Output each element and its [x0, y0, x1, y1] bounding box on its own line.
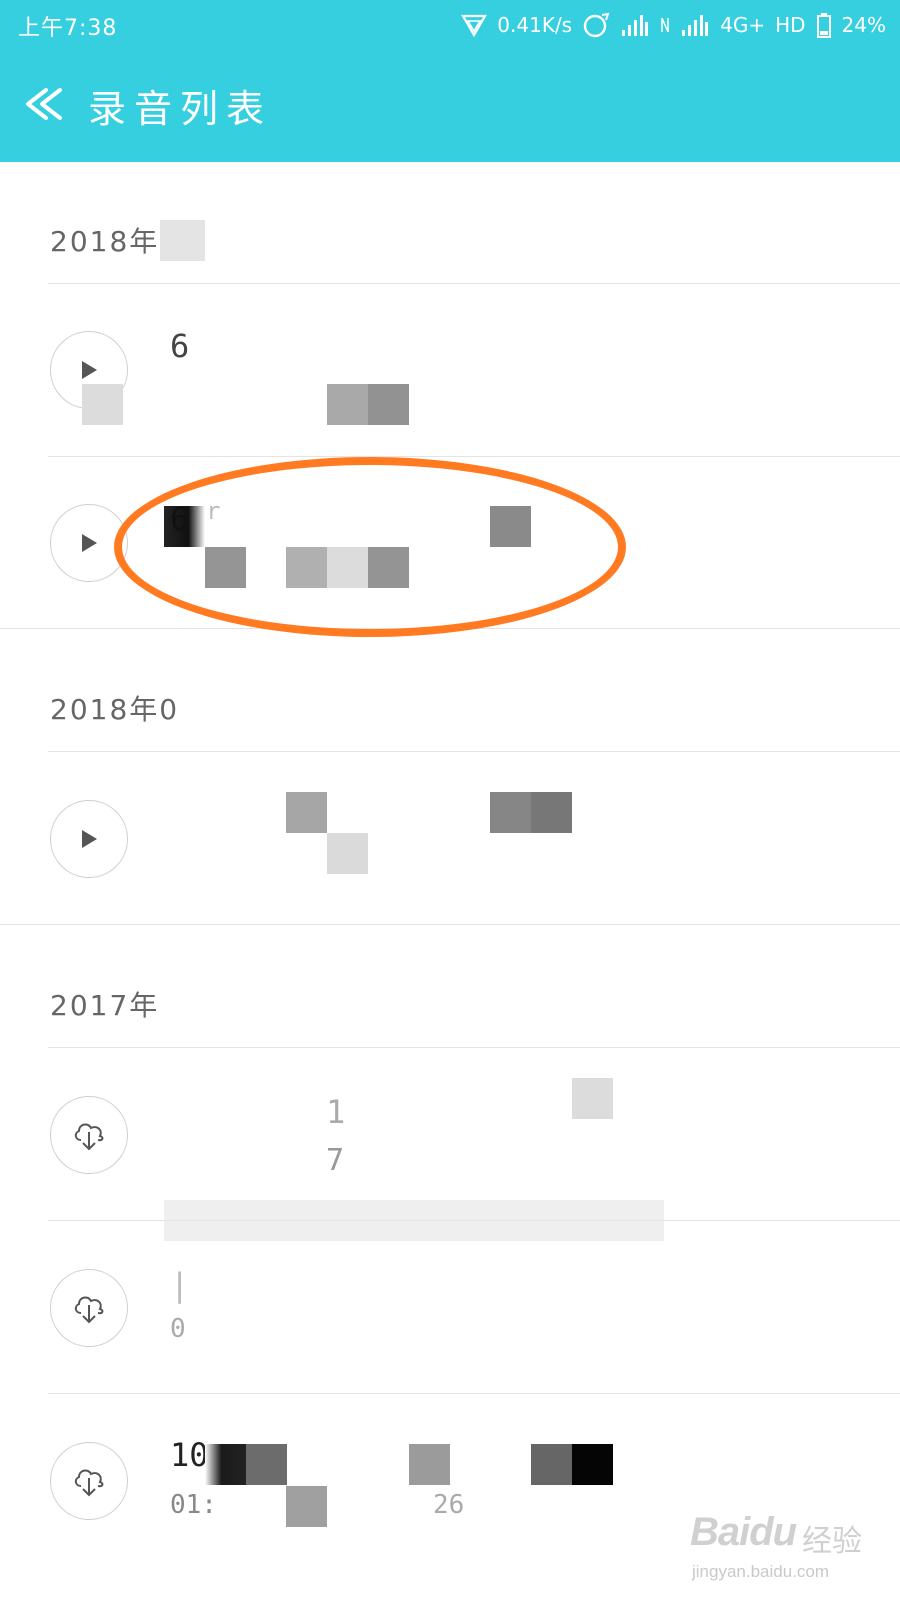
recording-subtitle: 7 [326, 1143, 345, 1178]
mosaic-block [409, 1444, 450, 1485]
recording-subtitle: 01: [170, 1490, 217, 1520]
baidu-watermark: Baidu 经验 jingyan.baidu.com [690, 1490, 890, 1590]
recording-row[interactable] [0, 752, 900, 924]
cloud-download-button[interactable] [50, 1269, 128, 1347]
mosaic-block [368, 547, 409, 588]
battery-percent: 24% [841, 13, 886, 37]
recording-row[interactable]: | 0 [0, 1221, 900, 1393]
mosaic-block [286, 1486, 327, 1527]
play-icon [82, 830, 97, 848]
cloud-download-icon [74, 1296, 104, 1324]
app-header: 上午7:38 0.41K/s 4G+ HD 24% 录音列表 [0, 0, 900, 162]
vpn-icon [461, 14, 488, 37]
network-type: 4G+ [720, 13, 766, 37]
recording-title-tail: r [206, 497, 221, 525]
mosaic-block [205, 1444, 246, 1485]
signal-icon-1 [622, 15, 649, 36]
recording-row[interactable]: 1 7 [0, 1048, 900, 1241]
recording-title: 6 [170, 500, 190, 538]
divider [0, 628, 900, 629]
mosaic-block [160, 220, 205, 261]
play-button[interactable] [50, 800, 128, 878]
mosaic-block [368, 384, 409, 425]
mosaic-block [490, 506, 531, 547]
play-icon [82, 361, 97, 379]
status-time: 上午7:38 [18, 16, 118, 41]
recording-title: | [170, 1266, 190, 1304]
section-date-header: 2017年 [50, 989, 160, 1022]
hd-label: HD [775, 13, 806, 37]
recording-subtitle-tail: 26 [433, 1490, 465, 1520]
cloud-download-icon [74, 1123, 104, 1151]
divider [0, 924, 900, 925]
watermark-logo: Baidu [690, 1510, 797, 1554]
watermark-url: jingyan.baidu.com [692, 1562, 830, 1581]
mosaic-block [286, 547, 327, 588]
recording-list: 2018年0 6 6 r 2018年0 2017年 1 7 | 0 10 01:… [0, 162, 900, 1600]
status-bar: 上午7:38 0.41K/s 4G+ HD 24% [0, 0, 900, 48]
cloud-download-icon [74, 1469, 104, 1497]
mosaic-block [572, 1444, 613, 1485]
mosaic-block [572, 1078, 613, 1119]
mosaic-block [327, 833, 368, 874]
nfc-icon [661, 17, 669, 33]
signal-icon-2 [682, 15, 709, 36]
watermark-text: 经验 [802, 1524, 862, 1559]
recording-title: 10 [170, 1436, 209, 1474]
mosaic-block [246, 1444, 287, 1485]
play-button[interactable] [50, 504, 128, 582]
recording-title: 1 [326, 1093, 346, 1131]
double-chevron-left-icon[interactable] [22, 84, 66, 124]
alarm-icon [583, 12, 610, 38]
mosaic-block [327, 547, 368, 588]
mosaic-block [531, 1444, 572, 1485]
cloud-download-button[interactable] [50, 1442, 128, 1520]
play-icon [82, 534, 97, 552]
recording-row-highlighted[interactable]: 6 r [0, 457, 900, 629]
section-date-header: 2018年0 [50, 693, 180, 726]
net-speed: 0.41K/s [497, 13, 573, 37]
battery-icon [816, 13, 831, 38]
mosaic-block [531, 792, 572, 833]
mosaic-block [82, 384, 123, 425]
recording-subtitle: 0 [170, 1314, 186, 1344]
mosaic-block [490, 792, 531, 833]
cloud-download-button[interactable] [50, 1096, 128, 1174]
page-title: 录音列表 [88, 87, 273, 131]
mosaic-block [327, 384, 368, 425]
recording-title: 6 [170, 327, 190, 365]
mosaic-block [205, 547, 246, 588]
recording-row[interactable]: 6 [0, 284, 900, 456]
mosaic-block [286, 792, 327, 833]
status-right: 0.41K/s 4G+ HD 24% [461, 10, 886, 40]
